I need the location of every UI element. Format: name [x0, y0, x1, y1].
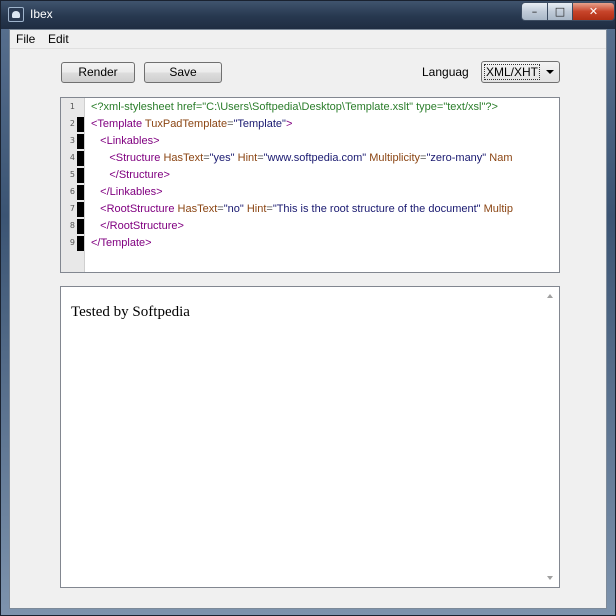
code-token: </Linkables> — [100, 186, 163, 198]
code-token: <Structure — [109, 152, 164, 164]
line-marker — [77, 117, 84, 132]
code-token: HasText — [163, 152, 204, 164]
save-button[interactable]: Save — [144, 62, 222, 83]
line-number: 2 — [69, 119, 75, 128]
line-marker — [77, 236, 84, 251]
code-line: </RootStructure> — [91, 218, 184, 235]
menu-bar: File Edit — [10, 30, 606, 49]
code-token: "www.softpedia.com" — [263, 152, 370, 164]
menu-edit[interactable]: Edit — [48, 32, 69, 46]
code-token: "Template" — [233, 118, 286, 130]
scroll-up-icon[interactable] — [547, 294, 553, 298]
code-token: Nam — [489, 152, 513, 164]
code-line: </Structure> — [91, 167, 170, 184]
code-token: > — [285, 118, 293, 130]
code-token: "zero-many" — [426, 152, 490, 164]
code-token: <?xml-stylesheet href="C:\Users\Softpedi… — [91, 101, 498, 113]
minimize-button[interactable]: – — [521, 2, 548, 21]
client-area: File Edit Render Save Languag XML/XHTML … — [9, 29, 607, 609]
code-token: "yes" — [209, 152, 238, 164]
code-token: "This is the root structure of the docum… — [272, 203, 484, 215]
code-token: <Template — [91, 118, 145, 130]
line-marker — [77, 134, 84, 149]
code-token: HasText — [177, 203, 218, 215]
chevron-down-icon — [546, 70, 554, 74]
app-window: Ibex – □ ✕ File Edit Render Save Languag… — [0, 0, 616, 616]
scroll-down-icon[interactable] — [547, 576, 553, 580]
code-token: Multip — [483, 203, 513, 215]
render-preview[interactable]: Tested by Softpedia — [60, 286, 560, 588]
code-line: </Template> — [91, 235, 152, 252]
line-number: 4 — [69, 153, 75, 162]
code-line: <Template TuxPadTemplate="Template"> — [91, 116, 292, 133]
line-number: 8 — [69, 221, 75, 230]
title-bar[interactable]: Ibex – □ ✕ — [1, 1, 615, 29]
line-marker — [77, 185, 84, 200]
code-token: <Linkables> — [100, 135, 160, 147]
render-button[interactable]: Render — [61, 62, 135, 83]
app-icon — [8, 7, 24, 22]
code-token: </Template> — [91, 237, 152, 249]
code-editor[interactable]: 1 2 3 4 5 6 7 8 9 <?xml-stylesheet href="C:\User… — [60, 97, 560, 273]
line-marker — [77, 219, 84, 234]
code-token: TuxPadTemplate — [144, 118, 228, 130]
code-token: Multiplicity — [369, 152, 420, 164]
maximize-button[interactable]: □ — [547, 2, 573, 21]
code-token: Hint — [246, 203, 267, 215]
language-select[interactable]: XML/XHTML — [481, 61, 560, 83]
line-marker — [77, 168, 84, 183]
line-number: 7 — [69, 204, 75, 213]
menu-file[interactable]: File — [16, 32, 35, 46]
preview-scrollbar[interactable] — [543, 288, 558, 586]
line-gutter: 1 2 3 4 5 6 7 8 9 — [61, 98, 85, 272]
code-token: <RootStructure — [100, 203, 178, 215]
line-number: 9 — [69, 238, 75, 247]
code-line: </Linkables> — [91, 184, 163, 201]
line-number: 3 — [69, 136, 75, 145]
language-label: Languag — [422, 65, 469, 79]
code-token: </RootStructure> — [100, 220, 184, 232]
code-line: <Structure HasText="yes" Hint="www.softp… — [91, 150, 513, 167]
line-number: 1 — [69, 102, 75, 111]
line-marker — [77, 151, 84, 166]
code-line: <Linkables> — [91, 133, 160, 150]
language-select-value: XML/XHTML — [484, 64, 540, 80]
close-button[interactable]: ✕ — [572, 2, 615, 21]
code-line: <?xml-stylesheet href="C:\Users\Softpedi… — [91, 99, 498, 116]
preview-text: Tested by Softpedia — [71, 304, 190, 320]
code-token: Hint — [237, 152, 258, 164]
code-line: <RootStructure HasText="no" Hint="This i… — [91, 201, 513, 218]
line-marker — [77, 202, 84, 217]
code-token: "no" — [223, 203, 247, 215]
code-token: </Structure> — [109, 169, 170, 181]
window-title: Ibex — [30, 7, 53, 21]
line-number: 6 — [69, 187, 75, 196]
line-number: 5 — [69, 170, 75, 179]
